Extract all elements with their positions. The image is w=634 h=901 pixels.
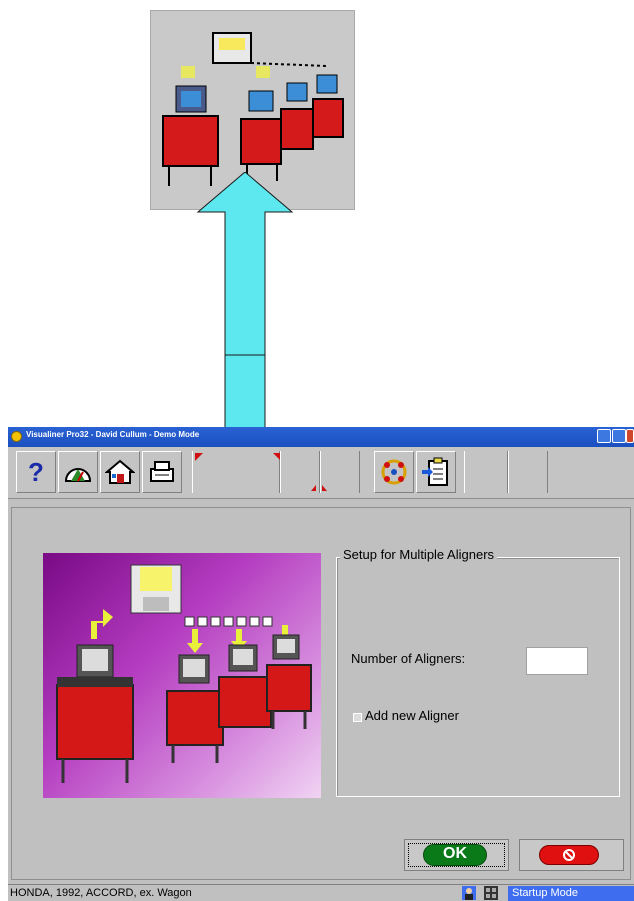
cancel-pill bbox=[539, 845, 599, 865]
print-button[interactable] bbox=[142, 451, 182, 493]
help-icon: ? bbox=[28, 456, 44, 487]
add-new-aligner-label[interactable]: Add new Aligner bbox=[365, 708, 459, 723]
gauge-icon bbox=[64, 468, 92, 482]
network-setup-button[interactable] bbox=[374, 451, 414, 493]
toolbar-slot-1 bbox=[192, 451, 281, 493]
status-bar: HONDA, 1992, ACCORD, ex. Wagon Startup M… bbox=[8, 884, 634, 901]
vehicle-status: HONDA, 1992, ACCORD, ex. Wagon bbox=[10, 887, 192, 899]
toolbar-slot-2 bbox=[280, 451, 320, 493]
add-new-aligner-checkbox[interactable] bbox=[353, 713, 362, 722]
aligners-graphic bbox=[56, 564, 312, 783]
cancel-icon bbox=[563, 849, 575, 861]
minimize-button[interactable] bbox=[597, 429, 611, 443]
window-title: Visualiner Pro32 - David Cullum - Demo M… bbox=[26, 430, 200, 439]
application-window: Visualiner Pro32 - David Cullum - Demo M… bbox=[8, 427, 634, 901]
toolbar: ? bbox=[8, 447, 634, 499]
group-title: Setup for Multiple Aligners bbox=[340, 547, 498, 562]
ok-label: OK bbox=[443, 845, 467, 862]
maximize-button[interactable] bbox=[612, 429, 626, 443]
network-icon bbox=[381, 459, 407, 485]
toolbar-slot-3 bbox=[320, 451, 360, 493]
toolbar-slot-4 bbox=[464, 451, 508, 493]
mode-text: Startup Mode bbox=[512, 887, 579, 899]
corner-marker bbox=[195, 453, 203, 461]
number-of-aligners-label: Number of Aligners: bbox=[351, 651, 466, 666]
close-button[interactable] bbox=[626, 429, 634, 443]
ok-button[interactable]: OK bbox=[404, 839, 509, 871]
gauge-button[interactable] bbox=[58, 451, 98, 493]
cancel-button[interactable] bbox=[519, 839, 624, 871]
clipboard-icon bbox=[422, 457, 448, 486]
help-button[interactable]: ? bbox=[16, 451, 56, 493]
multiple-aligners-illustration bbox=[43, 553, 321, 798]
number-of-aligners-input[interactable] bbox=[526, 647, 588, 675]
mode-indicator: Startup Mode bbox=[508, 886, 634, 901]
operator-icon bbox=[462, 886, 476, 900]
clipboard-button[interactable] bbox=[416, 451, 456, 493]
corner-marker bbox=[322, 485, 327, 491]
toolbar-slot-5 bbox=[508, 451, 548, 493]
home-icon bbox=[105, 459, 135, 484]
window-titlebar[interactable]: Visualiner Pro32 - David Cullum - Demo M… bbox=[8, 427, 634, 447]
setup-group-box bbox=[336, 557, 620, 797]
printer-icon bbox=[150, 461, 174, 482]
home-button[interactable] bbox=[100, 451, 140, 493]
grid-icon bbox=[484, 886, 498, 900]
app-icon bbox=[11, 431, 22, 442]
